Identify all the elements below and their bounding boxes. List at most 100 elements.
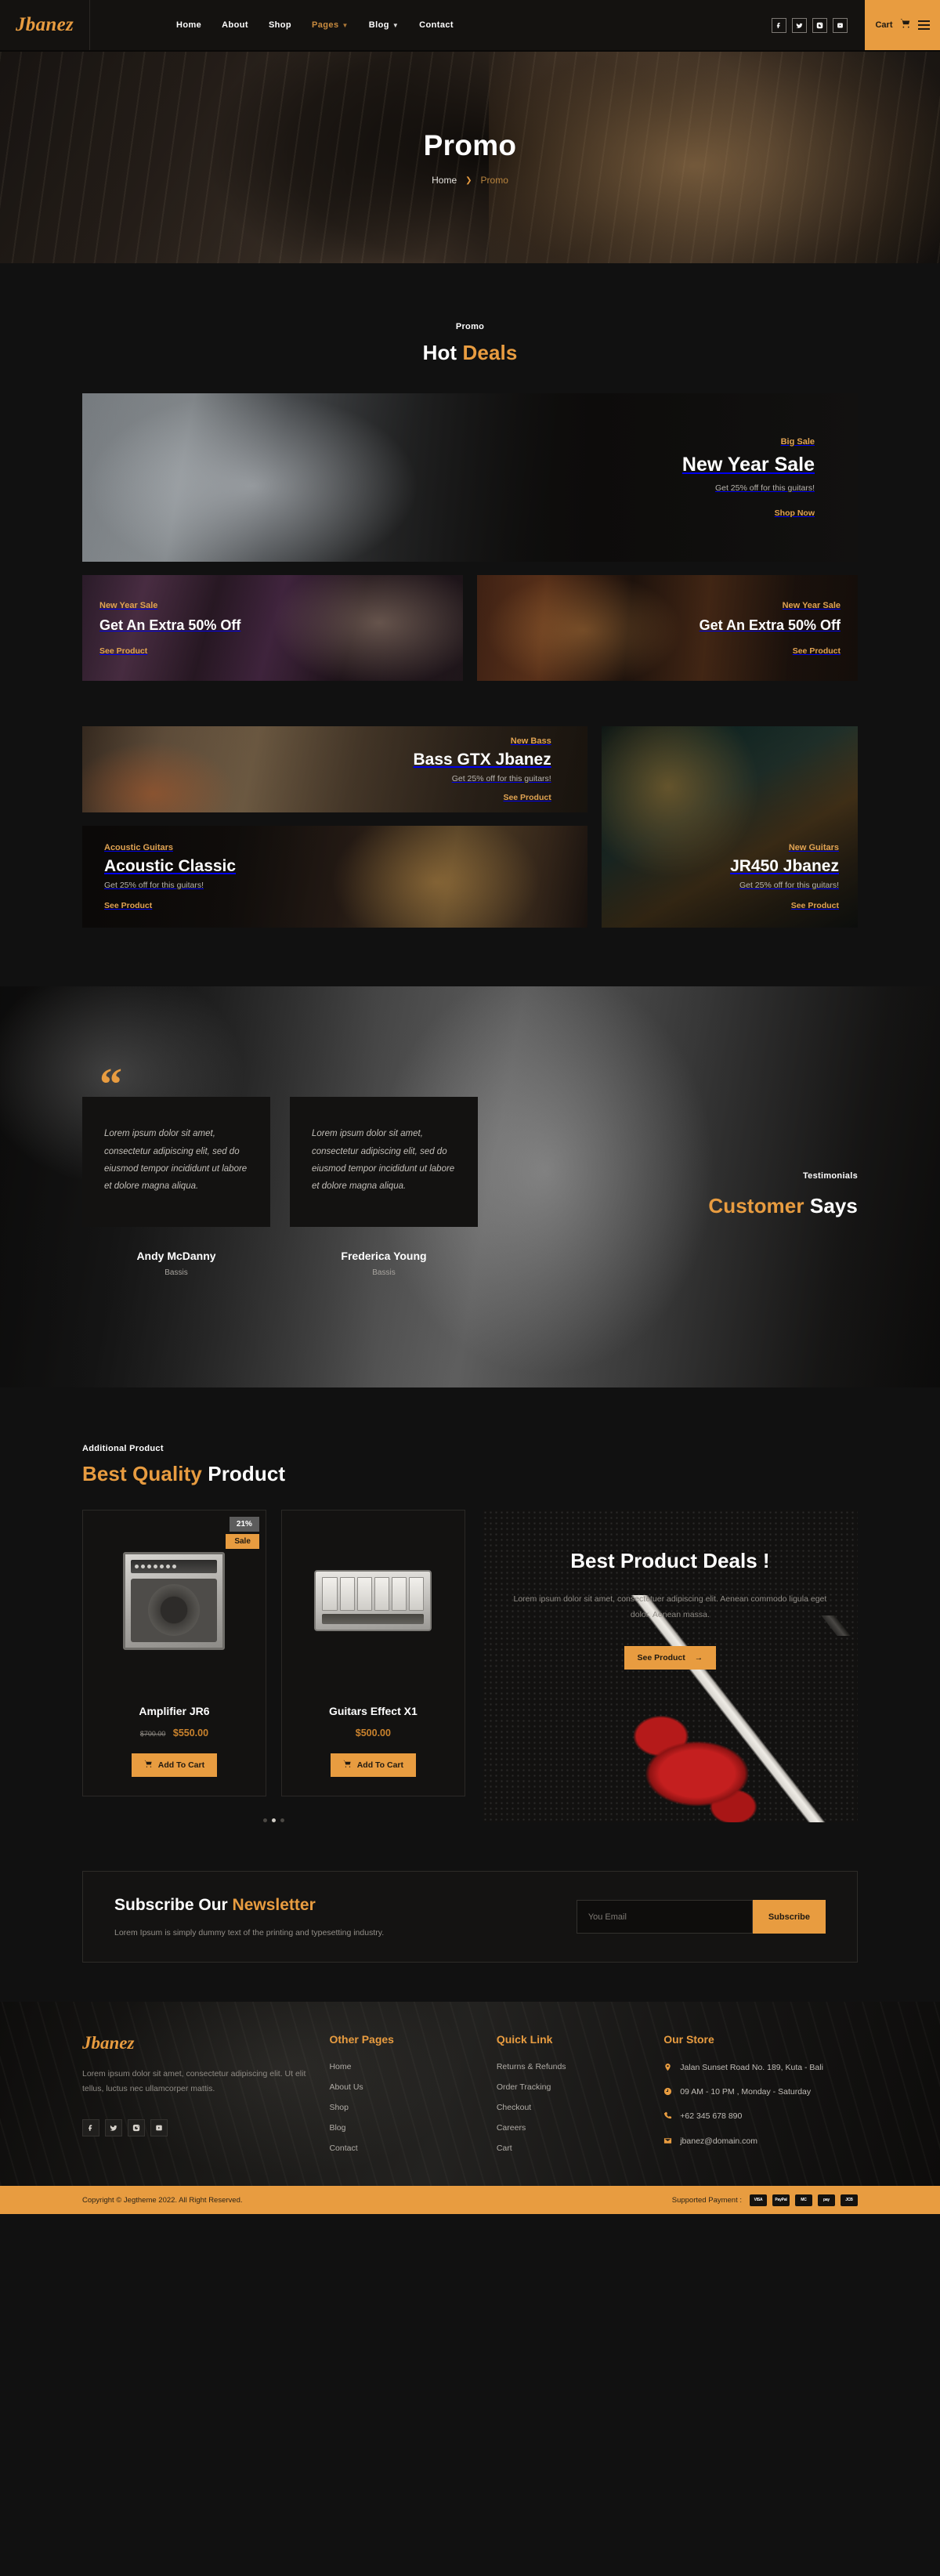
instagram-icon[interactable] [128,2118,145,2136]
footer-link-returns-refunds[interactable]: Returns & Refunds [497,2062,640,2071]
deal-banner-extra-50-left[interactable]: New Year Sale Get An Extra 50% Off See P… [82,575,463,681]
youtube-icon[interactable] [150,2118,168,2136]
shopping-cart-icon [900,18,911,33]
nav-item-pages[interactable]: Pages ▼ [312,20,349,30]
nav-label: Pages [312,20,339,30]
chevron-down-icon: ▼ [392,21,400,29]
add-to-cart-button[interactable]: Add To Cart [330,1753,417,1777]
deal-banner-acoustic-classic[interactable]: Acoustic Guitars Acoustic Classic Get 25… [82,826,588,928]
carousel-dot-active[interactable] [271,1818,276,1822]
email-input[interactable] [576,1900,753,1934]
banner-cta-see-product[interactable]: See Product [99,646,147,656]
banner-kicker: New Year Sale [99,600,158,610]
testimonial-author-role: Bassis [164,1268,188,1277]
carousel-dot[interactable] [262,1818,267,1822]
breadcrumb: Home ❯ Promo [432,175,508,186]
payment-methods: Supported Payment : VISA PayPal MC pay J… [672,2194,858,2206]
amazon-pay-icon: pay [818,2194,835,2206]
see-product-button[interactable]: See Product → [624,1645,717,1670]
banner-cta-see-product[interactable]: See Product [793,646,841,656]
nav-item-shop[interactable]: Shop [269,20,291,30]
deal-banner-row: New Year Sale Get An Extra 50% Off See P… [82,575,858,681]
guitar-effect-pedal-image [314,1570,432,1631]
quote-mark-icon: “ [99,1058,122,1110]
newsletter-title: Subscribe Our Newsletter [114,1896,577,1915]
site-logo: Jbanez [15,14,74,35]
see-product-label: See Product [637,1652,685,1662]
section-kicker: Promo [455,322,485,331]
footer-link-cart[interactable]: Cart [497,2144,640,2153]
product-carousel: 21% Sale Amplifier JR6 $700.00 $550.00 A… [82,1510,465,1822]
nav-label: Blog [368,20,389,30]
product-card-effect[interactable]: Guitars Effect X1 $500.00 Add To Cart [280,1510,465,1796]
hot-deals-section: Promo Hot Deals Big Sale New Year Sale G… [0,263,940,928]
section-title-accent: Deals [462,341,518,364]
nav-item-about[interactable]: About [222,20,248,30]
banner-title: Acoustic Classic [104,857,237,875]
section-kicker: Testimonials [802,1171,858,1181]
page-title: Promo [423,129,517,161]
product-new-price: $500.00 [355,1728,391,1738]
product-badges: 21% Sale [226,1517,259,1549]
product-card-amplifier[interactable]: 21% Sale Amplifier JR6 $700.00 $550.00 A… [82,1510,266,1796]
deal-banner-bass-gtx[interactable]: New Bass Bass GTX Jbanez Get 25% off for… [82,726,588,812]
footer-link-shop[interactable]: Shop [329,2103,472,2112]
footer-link-home[interactable]: Home [329,2062,472,2071]
newsletter-section: Subscribe Our Newsletter Lorem Ipsum is … [0,1822,940,2002]
footer-link-order-tracking[interactable]: Order Tracking [497,2082,640,2092]
deal-banner-new-year-sale[interactable]: Big Sale New Year Sale Get 25% off for t… [82,393,858,562]
footer-link-careers[interactable]: Careers [497,2123,640,2133]
testimonial-card: “ Lorem ipsum dolor sit amet, consectetu… [82,1062,270,1277]
facebook-icon[interactable] [82,2118,99,2136]
testimonial-text: Lorem ipsum dolor sit amet, consectetur … [312,1129,455,1192]
section-title-plain: Product [208,1462,286,1485]
facebook-icon[interactable] [772,17,786,33]
youtube-icon[interactable] [833,17,848,33]
shopping-cart-icon [144,1760,153,1771]
nav-item-home[interactable]: Home [176,20,201,30]
store-address-text: Jalan Sunset Road No. 189, Kuta - Bali [680,2063,823,2072]
add-to-cart-label: Add To Cart [356,1760,404,1770]
banner-cta-see-product[interactable]: See Product [104,901,152,910]
banner-kicker: Acoustic Guitars [104,843,174,852]
twitter-icon[interactable] [105,2118,122,2136]
breadcrumb-home[interactable]: Home [432,175,457,186]
subscribe-button[interactable]: Subscribe [752,1900,826,1934]
banner-cta-see-product[interactable]: See Product [791,901,839,910]
mastercard-icon: MC [795,2194,812,2206]
deal-banner-extra-50-right[interactable]: New Year Sale Get An Extra 50% Off See P… [477,575,858,681]
site-header: Jbanez Home About Shop Pages ▼ Blog ▼ Cont… [0,0,940,50]
carousel-dot[interactable] [280,1818,284,1822]
nav-item-contact[interactable]: Contact [419,20,454,30]
footer-link-blog[interactable]: Blog [329,2123,472,2133]
store-email-text: jbanez@domain.com [680,2136,758,2146]
testimonial-text: Lorem ipsum dolor sit amet, consectetur … [104,1129,248,1192]
instagram-icon[interactable] [812,17,827,33]
header-social-links [772,0,865,50]
copyright-text: Copyright © Jegtheme 2022. All Right Res… [82,2195,243,2205]
banner-content: New Year Sale Get An Extra 50% Off See P… [82,575,463,681]
cart-button[interactable]: Cart [865,0,940,50]
banner-content: New Year Sale Get An Extra 50% Off See P… [477,575,858,681]
banner-subtitle: Get 25% off for this guitars! [104,881,204,890]
testimonial-author-role: Bassis [372,1268,396,1277]
banner-cta-see-product[interactable]: See Product [503,793,551,802]
visa-icon: VISA [750,2194,767,2206]
footer-column-heading: Quick Link [496,2033,553,2046]
footer-link-contact[interactable]: Contact [329,2144,472,2153]
footer-column-our-store: Our Store Jalan Sunset Road No. 189, Kut… [663,2033,858,2153]
footer-link-about-us[interactable]: About Us [329,2082,472,2092]
banner-content: Acoustic Guitars Acoustic Classic Get 25… [82,826,588,928]
footer-link-checkout[interactable]: Checkout [497,2103,640,2112]
testimonial-author-name: Andy McDanny [136,1249,216,1262]
paypal-icon: PayPal [772,2194,790,2206]
logo-container[interactable]: Jbanez [0,0,90,50]
banner-cta-shop-now[interactable]: Shop Now [775,508,815,518]
chevron-down-icon: ▼ [342,21,349,29]
add-to-cart-button[interactable]: Add To Cart [131,1753,218,1777]
banner-subtitle: Get 25% off for this guitars! [739,881,839,890]
twitter-icon[interactable] [792,17,807,33]
deal-banner-jr450[interactable]: New Guitars JR450 Jbanez Get 25% off for… [601,726,858,928]
nav-item-blog[interactable]: Blog ▼ [369,20,399,30]
hamburger-menu-icon[interactable] [917,20,930,30]
